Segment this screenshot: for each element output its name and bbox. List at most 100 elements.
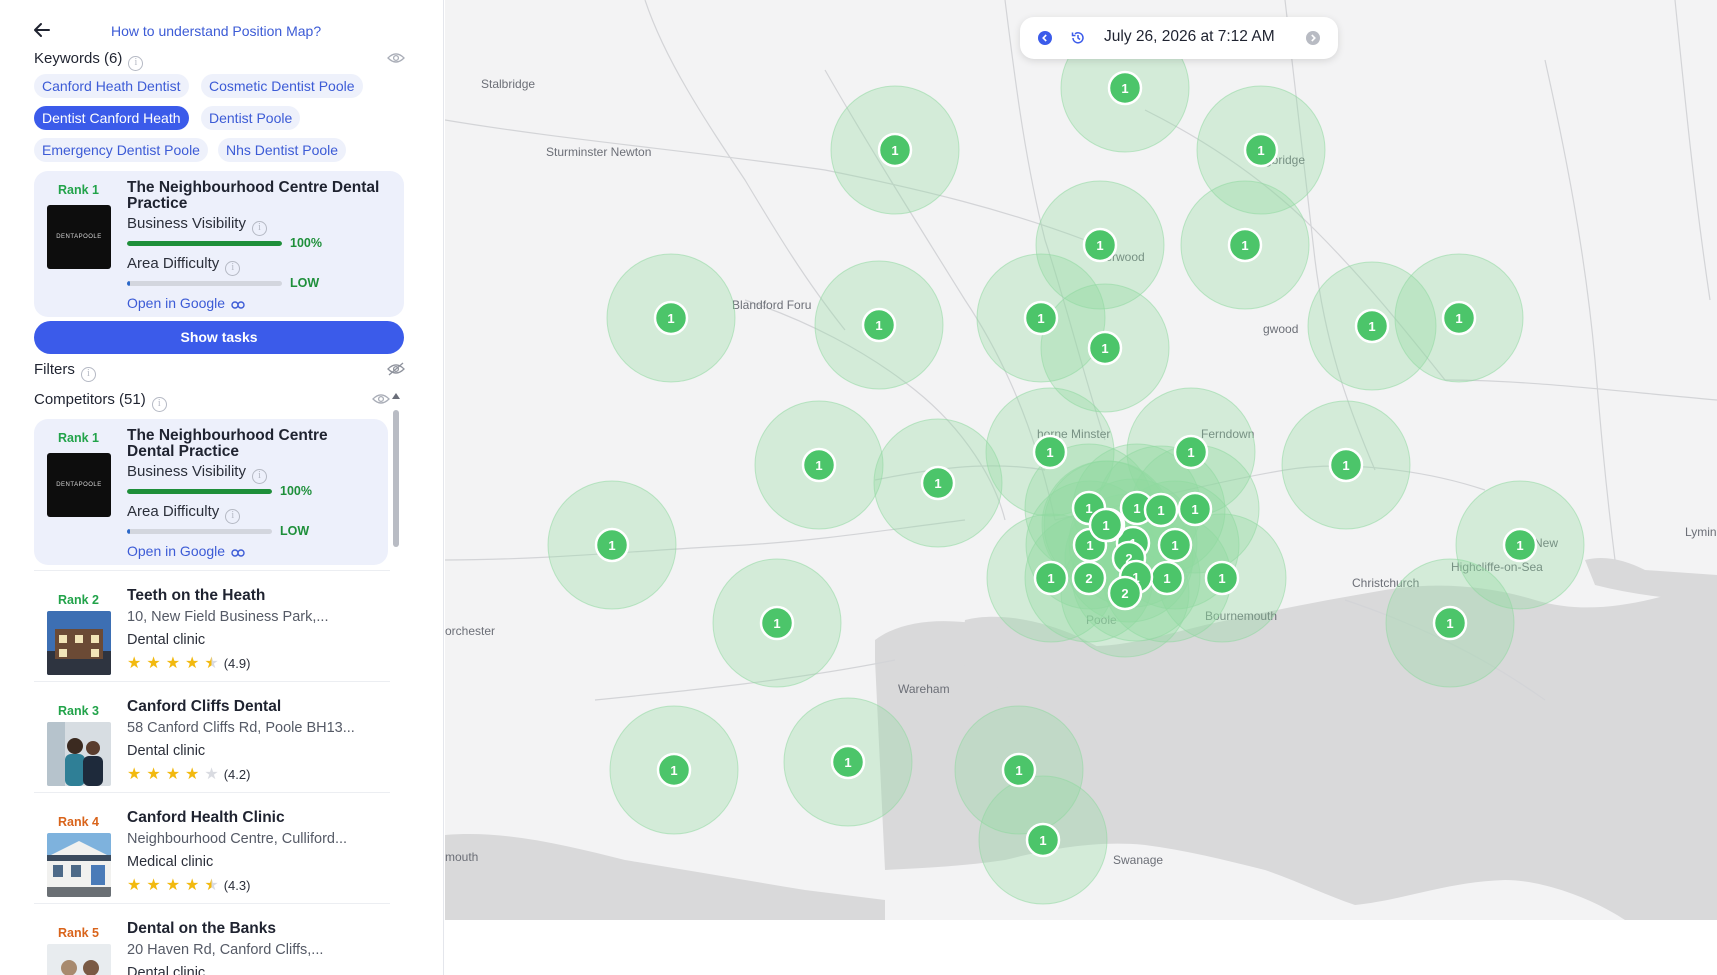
eye-icon[interactable] [372,392,390,406]
history-icon[interactable] [1070,30,1086,46]
rank-pin[interactable]: 1 [1441,300,1477,336]
position-map[interactable]: Stalbridge Sturminster Newton Blandford … [445,0,1717,920]
date-label: July 26, 2026 at 7:12 AM [1104,28,1275,45]
star-filled-icon: ★ [185,877,200,894]
difficulty-label-row: Area Difficulty i [127,255,241,276]
rank-pin[interactable]: 1 [1033,560,1069,596]
rank-pin[interactable]: 1 [801,447,837,483]
competitor-rank: Rank 1 [58,431,99,445]
rank-pin-label: 1 [1133,501,1140,516]
rank-pin-label: 1 [1085,501,1092,516]
competitors-scrollbar[interactable] [393,410,399,547]
rank-pin-label: 1 [1101,341,1108,356]
competitor-type: Dental clinic [127,965,206,975]
keyword-chip-emergency-dentist-poole[interactable]: Emergency Dentist Poole [34,138,208,162]
keyword-chip-dentist-canford-heath[interactable]: Dentist Canford Heath [34,106,189,130]
rank-pin[interactable]: 1 [1204,560,1240,596]
rank-pin-label: 2 [1121,586,1128,601]
scroll-up-arrow-icon[interactable] [392,393,400,399]
rank-pin[interactable]: 1 [1143,492,1179,528]
open-in-google-link[interactable]: Open in Google [127,543,245,559]
competitor-row[interactable]: Rank 4 Canford Health Clinic Neighbourho… [34,792,390,902]
rank-pin-label: 1 [891,143,898,158]
rank-pin[interactable]: 1 [1149,560,1185,596]
rank-pin[interactable]: 1 [1001,752,1037,788]
rank-pin[interactable]: 1 [1177,491,1213,527]
competitor-row[interactable]: Rank 3 Canford Cliffs Dental 58 Canford … [34,681,390,791]
footer-blank [445,920,1717,975]
date-selector[interactable]: July 26, 2026 at 7:12 AM [1020,17,1338,59]
competitor-logo: DENTAPOOLE [47,453,111,517]
rank-pin[interactable]: 1 [1432,605,1468,641]
rank-pin[interactable]: 1 [656,752,692,788]
rank-pin[interactable]: 1 [1025,822,1061,858]
rank-pin[interactable]: 1 [653,300,689,336]
prev-date-icon[interactable] [1038,31,1052,45]
rank-pin[interactable]: 1 [1502,527,1538,563]
star-filled-icon: ★ [165,655,181,672]
rank-pin[interactable]: 1 [877,132,913,168]
competitor-photo [47,833,111,897]
difficulty-bar-fill [127,281,131,286]
link-icon [231,301,245,309]
rank-pin[interactable]: 1 [1023,300,1059,336]
rank-pin[interactable]: 1 [1157,527,1193,563]
keyword-chip-cosmetic-dentist-poole[interactable]: Cosmetic Dentist Poole [201,74,363,98]
rank-pin[interactable]: 1 [920,465,956,501]
keyword-chip-nhs-dentist-poole[interactable]: Nhs Dentist Poole [218,138,347,162]
rank-pin[interactable]: 1 [759,605,795,641]
competitor-rating: ★ ★ ★ ★ ★ (4.9) [127,653,250,673]
rank-pin[interactable]: 2 [1071,560,1107,596]
competitor-rank: Rank 3 [58,704,99,718]
rank-pin[interactable]: 1 [1107,70,1143,106]
info-icon[interactable]: i [225,509,241,524]
eye-off-icon[interactable] [387,362,405,376]
rank-pin[interactable]: 1 [1243,132,1279,168]
info-icon[interactable]: i [251,221,267,236]
info-icon[interactable]: i [80,367,96,382]
rank-pin[interactable]: 1 [830,744,866,780]
rank-pin[interactable]: 1 [1354,308,1390,344]
rank-pin[interactable]: 1 [594,527,630,563]
rank-pin-label: 1 [1096,238,1103,253]
filters-heading: Filters i [34,361,96,382]
rank-pin-label: 1 [1037,311,1044,326]
rank-pin-label: 1 [1342,458,1349,473]
position-map-help-link[interactable]: How to understand Position Map? [111,23,321,39]
next-date-icon[interactable] [1306,31,1320,45]
rank-pin-label: 1 [608,538,615,553]
keyword-chip-dentist-poole[interactable]: Dentist Poole [201,106,301,130]
show-tasks-button[interactable]: Show tasks [34,321,404,354]
competitor-row[interactable]: Rank 5 Dental on the Banks 20 Haven Rd, … [34,903,390,975]
business-name: The Neighbourhood Centre Dental Practice [127,179,380,212]
logo-text: DENTAPOOLE [56,234,102,240]
competitor-card-top[interactable]: Rank 1 DENTAPOOLE The Neighbourhood Cent… [34,419,388,565]
keyword-chip-canford-heath-dentist[interactable]: Canford Heath Dentist [34,74,189,98]
competitor-name: Canford Health Clinic [127,809,285,826]
rank-pin[interactable]: 1 [1173,434,1209,470]
rank-pin[interactable]: 1 [1088,507,1124,543]
info-icon[interactable]: i [128,56,144,71]
info-icon[interactable]: i [251,469,267,484]
rank-pin[interactable]: 1 [1227,227,1263,263]
rank-pin[interactable]: 1 [1087,330,1123,366]
rank-pin[interactable]: 1 [1082,227,1118,263]
rank-pin-label: 1 [1046,445,1053,460]
info-icon[interactable]: i [225,261,241,276]
rank-pin[interactable]: 1 [861,307,897,343]
info-icon[interactable]: i [151,397,167,412]
rank-pin-label: 1 [1218,571,1225,586]
back-button[interactable] [30,18,54,42]
difficulty-label: Area Difficulty [127,255,220,272]
rank-pin-label: 1 [1047,571,1054,586]
rank-pin[interactable]: 1 [1032,434,1068,470]
competitor-row[interactable]: Rank 2 Teeth on the Heath 10, New Field … [34,570,390,680]
rank-pin-label: 1 [1086,538,1093,553]
rank-pin-label: 2 [1085,571,1092,586]
rank-pin-label: 1 [1171,538,1178,553]
rank-pin[interactable]: 2 [1107,575,1143,611]
star-filled-icon: ★ [146,655,161,672]
eye-icon[interactable] [387,51,405,65]
rank-pin[interactable]: 1 [1328,447,1364,483]
open-in-google-link[interactable]: Open in Google [127,295,245,311]
